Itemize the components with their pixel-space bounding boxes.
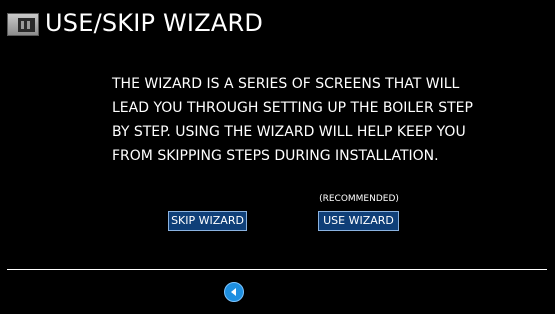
footer-divider [7,269,547,270]
wizard-description: THE WIZARD IS A SERIES OF SCREENS THAT W… [112,72,473,168]
description-line: FROM SKIPPING STEPS DURING INSTALLATION. [112,148,439,164]
skip-wizard-button[interactable]: SKIP WIZARD [168,211,247,231]
boiler-app-icon [7,13,39,36]
recommended-label: (RECOMMENDED) [319,194,399,204]
page-title: USE/SKIP WIZARD [45,9,264,37]
use-wizard-button[interactable]: USE WIZARD [318,211,399,231]
description-line: LEAD YOU THROUGH SETTING UP THE BOILER S… [112,100,473,116]
description-line: BY STEP. USING THE WIZARD WILL HELP KEEP… [112,124,466,140]
back-button[interactable] [224,282,244,302]
wizard-screen: USE/SKIP WIZARD THE WIZARD IS A SERIES O… [0,0,555,314]
back-arrow-icon [231,288,236,296]
description-line: THE WIZARD IS A SERIES OF SCREENS THAT W… [112,76,460,92]
